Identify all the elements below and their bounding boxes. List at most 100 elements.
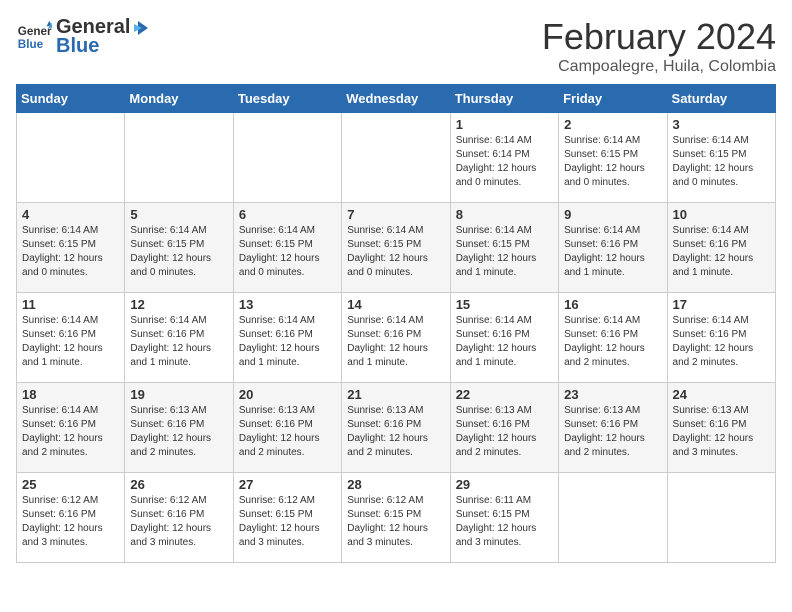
day-info: Sunrise: 6:14 AM Sunset: 6:15 PM Dayligh… xyxy=(239,224,336,280)
day-number: 25 xyxy=(22,477,119,492)
day-number: 18 xyxy=(22,387,119,402)
day-info: Sunrise: 6:13 AM Sunset: 6:16 PM Dayligh… xyxy=(564,404,661,460)
day-number: 11 xyxy=(22,297,119,312)
day-number: 29 xyxy=(456,477,553,492)
day-info: Sunrise: 6:13 AM Sunset: 6:16 PM Dayligh… xyxy=(347,404,444,460)
calendar-cell: 14 Sunrise: 6:14 AM Sunset: 6:16 PM Dayli… xyxy=(342,293,450,383)
calendar-cell: 3Sunrise: 6:14 AM Sunset: 6:15 PM Daylig… xyxy=(667,113,775,203)
day-number: 27 xyxy=(239,477,336,492)
day-info: Sunrise: 6:12 AM Sunset: 6:15 PM Dayligh… xyxy=(347,494,444,550)
day-info: Sunrise: 6:13 AM Sunset: 6:16 PM Dayligh… xyxy=(239,404,336,460)
day-number: 4 xyxy=(22,207,119,222)
day-info: Sunrise: 6:13 AM Sunset: 6:16 PM Dayligh… xyxy=(130,404,227,460)
day-number: 28 xyxy=(347,477,444,492)
calendar-cell: 20 Sunrise: 6:13 AM Sunset: 6:16 PM Dayli… xyxy=(233,383,341,473)
day-number: 17 xyxy=(673,297,770,312)
calendar-cell: 8 Sunrise: 6:14 AM Sunset: 6:15 PM Daylig… xyxy=(450,203,558,293)
calendar-cell xyxy=(233,113,341,203)
calendar-cell xyxy=(125,113,233,203)
day-number: 26 xyxy=(130,477,227,492)
day-info: Sunrise: 6:14 AM Sunset: 6:14 PM Dayligh… xyxy=(456,134,553,190)
day-number: 2 xyxy=(564,117,661,132)
calendar-cell: 11Sunrise: 6:14 AM Sunset: 6:16 PM Dayli… xyxy=(17,293,125,383)
day-header-thursday: Thursday xyxy=(450,85,558,113)
svg-text:Blue: Blue xyxy=(18,38,44,51)
day-info: Sunrise: 6:14 AM Sunset: 6:15 PM Dayligh… xyxy=(456,224,553,280)
day-info: Sunrise: 6:14 AM Sunset: 6:16 PM Dayligh… xyxy=(673,224,770,280)
calendar-cell: 26 Sunrise: 6:12 AM Sunset: 6:16 PM Dayli… xyxy=(125,473,233,563)
calendar-cell: 9 Sunrise: 6:14 AM Sunset: 6:16 PM Daylig… xyxy=(559,203,667,293)
day-number: 13 xyxy=(239,297,336,312)
calendar-header-row: SundayMondayTuesdayWednesdayThursdayFrid… xyxy=(17,85,776,113)
calendar-cell: 22Sunrise: 6:13 AM Sunset: 6:16 PM Dayli… xyxy=(450,383,558,473)
day-info: Sunrise: 6:14 AM Sunset: 6:16 PM Dayligh… xyxy=(22,404,119,460)
day-info: Sunrise: 6:14 AM Sunset: 6:15 PM Dayligh… xyxy=(347,224,444,280)
calendar-cell: 1 Sunrise: 6:14 AM Sunset: 6:14 PM Daylig… xyxy=(450,113,558,203)
calendar-cell: 19Sunrise: 6:13 AM Sunset: 6:16 PM Dayli… xyxy=(125,383,233,473)
day-number: 23 xyxy=(564,387,661,402)
day-info: Sunrise: 6:14 AM Sunset: 6:15 PM Dayligh… xyxy=(22,224,119,280)
day-info: Sunrise: 6:14 AM Sunset: 6:16 PM Dayligh… xyxy=(239,314,336,370)
day-number: 16 xyxy=(564,297,661,312)
day-header-friday: Friday xyxy=(559,85,667,113)
day-number: 12 xyxy=(130,297,227,312)
day-number: 7 xyxy=(347,207,444,222)
calendar-title: February 2024 xyxy=(542,16,776,58)
day-number: 9 xyxy=(564,207,661,222)
calendar-cell: 13 Sunrise: 6:14 AM Sunset: 6:16 PM Dayli… xyxy=(233,293,341,383)
day-info: Sunrise: 6:14 AM Sunset: 6:16 PM Dayligh… xyxy=(456,314,553,370)
day-number: 1 xyxy=(456,117,553,132)
calendar-cell xyxy=(17,113,125,203)
logo-icon: General Blue xyxy=(16,19,52,55)
calendar-cell: 25 Sunrise: 6:12 AM Sunset: 6:16 PM Dayli… xyxy=(17,473,125,563)
day-number: 24 xyxy=(673,387,770,402)
calendar-cell: 6 Sunrise: 6:14 AM Sunset: 6:15 PM Daylig… xyxy=(233,203,341,293)
day-info: Sunrise: 6:14 AM Sunset: 6:16 PM Dayligh… xyxy=(347,314,444,370)
calendar-cell: 24Sunrise: 6:13 AM Sunset: 6:16 PM Dayli… xyxy=(667,383,775,473)
day-info: Sunrise: 6:14 AM Sunset: 6:16 PM Dayligh… xyxy=(564,224,661,280)
calendar-week-row: 25 Sunrise: 6:12 AM Sunset: 6:16 PM Dayli… xyxy=(17,473,776,563)
day-number: 8 xyxy=(456,207,553,222)
calendar-cell: 12 Sunrise: 6:14 AM Sunset: 6:16 PM Dayli… xyxy=(125,293,233,383)
day-info: Sunrise: 6:12 AM Sunset: 6:16 PM Dayligh… xyxy=(22,494,119,550)
day-header-saturday: Saturday xyxy=(667,85,775,113)
day-number: 20 xyxy=(239,387,336,402)
calendar-week-row: 11 Sunrise: 6:14 AM Sunset: 6:16 PM Dayli… xyxy=(17,293,776,383)
day-info: Sunrise: 6:14 AM Sunset: 6:15 PM Dayligh… xyxy=(130,224,227,280)
calendar-cell xyxy=(667,473,775,563)
day-number: 21 xyxy=(347,387,444,402)
day-info: Sunrise: 6:14 AM Sunset: 6:16 PM Dayligh… xyxy=(673,314,770,370)
day-info: Sunrise: 6:13 AM Sunset: 6:16 PM Dayligh… xyxy=(456,404,553,460)
calendar-cell xyxy=(342,113,450,203)
calendar-subtitle: Campoalegre, Huila, Colombia xyxy=(542,58,776,76)
day-header-wednesday: Wednesday xyxy=(342,85,450,113)
calendar-cell: 29Sunrise: 6:11 AM Sunset: 6:15 PM Dayli… xyxy=(450,473,558,563)
calendar-cell: 16 Sunrise: 6:14 AM Sunset: 6:16 PM Dayli… xyxy=(559,293,667,383)
day-header-tuesday: Tuesday xyxy=(233,85,341,113)
calendar-cell: 5 Sunrise: 6:14 AM Sunset: 6:15 PM Daylig… xyxy=(125,203,233,293)
logo: General Blue General Blue xyxy=(16,16,150,58)
day-info: Sunrise: 6:14 AM Sunset: 6:16 PM Dayligh… xyxy=(564,314,661,370)
calendar-cell: 7 Sunrise: 6:14 AM Sunset: 6:15 PM Daylig… xyxy=(342,203,450,293)
calendar-cell: 18 Sunrise: 6:14 AM Sunset: 6:16 PM Dayli… xyxy=(17,383,125,473)
header: General Blue General Blue February 2024 … xyxy=(16,16,776,76)
calendar-cell: 17 Sunrise: 6:14 AM Sunset: 6:16 PM Dayli… xyxy=(667,293,775,383)
day-number: 14 xyxy=(347,297,444,312)
day-number: 15 xyxy=(456,297,553,312)
day-header-monday: Monday xyxy=(125,85,233,113)
day-info: Sunrise: 6:14 AM Sunset: 6:16 PM Dayligh… xyxy=(130,314,227,370)
calendar-week-row: 4 Sunrise: 6:14 AM Sunset: 6:15 PM Daylig… xyxy=(17,203,776,293)
calendar-cell xyxy=(559,473,667,563)
calendar-cell: 21 Sunrise: 6:13 AM Sunset: 6:16 PM Dayli… xyxy=(342,383,450,473)
calendar-cell: 28 Sunrise: 6:12 AM Sunset: 6:15 PM Dayli… xyxy=(342,473,450,563)
calendar-week-row: 1 Sunrise: 6:14 AM Sunset: 6:14 PM Daylig… xyxy=(17,113,776,203)
calendar-cell: 10Sunrise: 6:14 AM Sunset: 6:16 PM Dayli… xyxy=(667,203,775,293)
calendar-cell: 4 Sunrise: 6:14 AM Sunset: 6:15 PM Daylig… xyxy=(17,203,125,293)
day-number: 5 xyxy=(130,207,227,222)
calendar-cell: 27Sunrise: 6:12 AM Sunset: 6:15 PM Dayli… xyxy=(233,473,341,563)
day-number: 6 xyxy=(239,207,336,222)
day-info: Sunrise: 6:12 AM Sunset: 6:16 PM Dayligh… xyxy=(130,494,227,550)
calendar-table: SundayMondayTuesdayWednesdayThursdayFrid… xyxy=(16,84,776,563)
day-header-sunday: Sunday xyxy=(17,85,125,113)
day-number: 3 xyxy=(673,117,770,132)
